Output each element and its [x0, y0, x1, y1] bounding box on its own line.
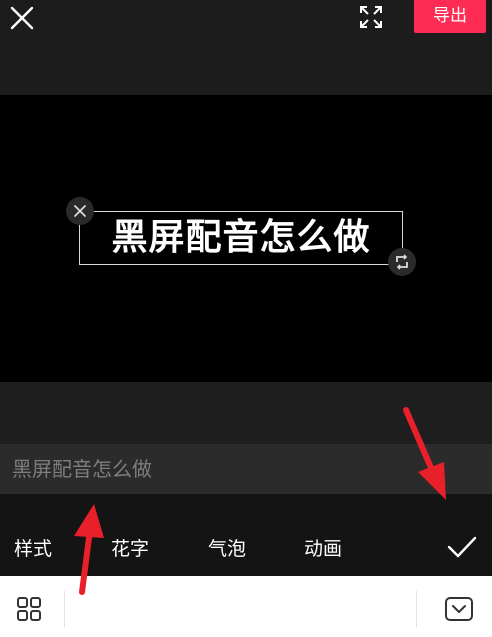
export-button[interactable]: 导出	[414, 0, 486, 33]
close-button[interactable]	[8, 4, 36, 32]
delete-text-button[interactable]	[66, 197, 94, 225]
toolbar-divider	[416, 591, 417, 627]
checkmark-icon	[447, 536, 477, 558]
fullscreen-icon	[360, 6, 382, 28]
overlay-text: 黑屏配音怎么做	[111, 217, 371, 258]
text-input[interactable]: 黑屏配音怎么做	[12, 444, 152, 494]
close-icon	[10, 6, 34, 30]
annotation-arrow	[403, 407, 446, 500]
tab-bubble[interactable]: 气泡	[208, 534, 246, 561]
resize-icon	[396, 254, 408, 270]
text-overlay-box[interactable]: 黑屏配音怎么做	[79, 211, 403, 265]
confirm-button[interactable]	[446, 534, 478, 560]
grid-icon	[17, 597, 41, 621]
hide-keyboard-button[interactable]	[444, 594, 474, 624]
resize-text-handle[interactable]	[388, 248, 416, 276]
keyboard-collapse-icon	[445, 597, 473, 621]
fullscreen-button[interactable]	[358, 4, 384, 30]
tab-animation[interactable]: 动画	[304, 534, 342, 561]
tab-style[interactable]: 样式	[14, 534, 52, 561]
annotation-arrow	[74, 504, 104, 595]
close-icon	[74, 205, 86, 217]
apps-button[interactable]	[16, 596, 42, 622]
